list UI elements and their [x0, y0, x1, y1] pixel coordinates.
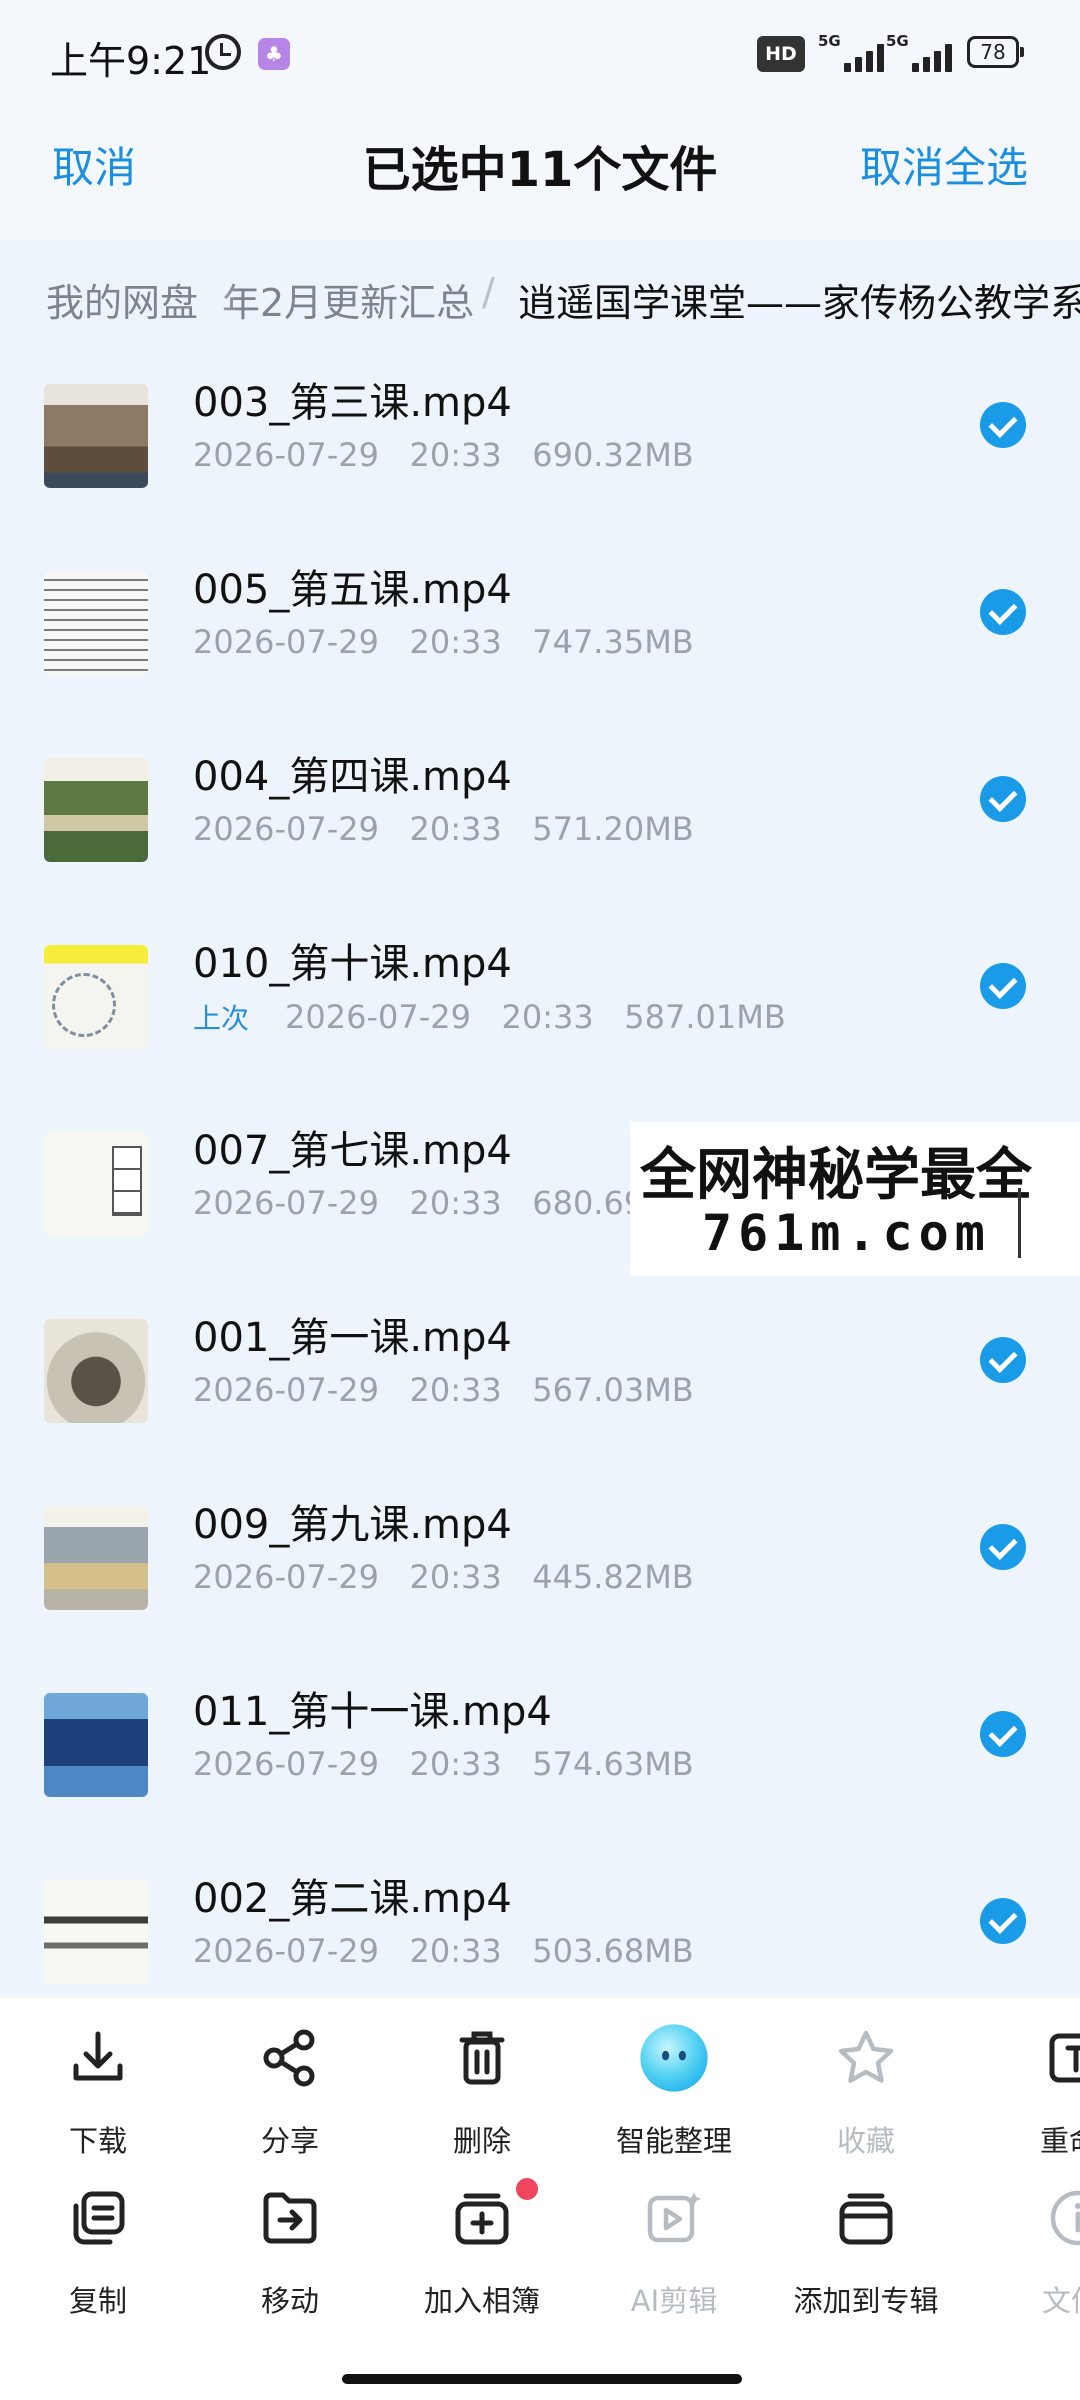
- ai-edit-button[interactable]: AI剪辑: [578, 2188, 758, 2328]
- add-to-album-button[interactable]: 添加到专辑: [770, 2188, 950, 2328]
- move-button[interactable]: 移动: [194, 2188, 374, 2328]
- breadcrumb-item-folder[interactable]: 年2月更新汇总: [222, 272, 474, 327]
- selection-header: 取消 已选中11个文件 取消全选: [0, 110, 1080, 240]
- watermark-url: 761m.com: [702, 1204, 991, 1262]
- status-bar: 上午9:21 ♣ HD 5G 5G 78: [0, 0, 1080, 110]
- watermark-divider: [1018, 1188, 1021, 1258]
- breadcrumb-current: 逍遥国学课堂——家传杨公教学系: [518, 281, 1080, 325]
- file-meta: 2026-07-29 20:33 747.35MB: [193, 623, 694, 661]
- alarm-icon: [205, 34, 241, 70]
- add-to-photo-album-button[interactable]: 加入相簿: [386, 2178, 566, 2328]
- move-icon: [263, 2192, 317, 2244]
- selected-check-icon[interactable]: [980, 402, 1026, 448]
- file-row[interactable]: 003_第三课.mp4 2026-07-29 20:33 690.32MB: [0, 340, 1080, 527]
- ai-edit-icon: [647, 2192, 701, 2243]
- file-name: 001_第一课.mp4: [193, 1315, 512, 1361]
- selected-check-icon[interactable]: [980, 963, 1026, 1009]
- video-thumbnail: [44, 1506, 148, 1610]
- file-meta: 2026-07-29 20:33 445.82MB: [193, 1558, 694, 1596]
- file-name: 002_第二课.mp4: [193, 1876, 512, 1922]
- video-thumbnail: [44, 1880, 148, 1984]
- file-name: 007_第七课.mp4: [193, 1128, 512, 1174]
- favorite-button[interactable]: 收藏: [770, 2028, 950, 2168]
- selected-check-icon[interactable]: [980, 776, 1026, 822]
- breadcrumb-separator: /: [482, 270, 495, 314]
- file-name: 004_第四课.mp4: [193, 754, 512, 800]
- selected-check-icon[interactable]: [980, 1524, 1026, 1570]
- video-thumbnail: [44, 758, 148, 862]
- share-icon: [263, 2029, 315, 2087]
- file-meta: 2026-07-29 20:33 571.20MB: [193, 810, 694, 848]
- video-thumbnail: [44, 1319, 148, 1423]
- rename-button[interactable]: 重命: [962, 2028, 1080, 2168]
- selected-check-icon[interactable]: [980, 589, 1026, 635]
- star-icon: [838, 2030, 894, 2083]
- file-name: 011_第十一课.mp4: [193, 1689, 552, 1735]
- bottom-action-bar: 下载 分享 删除 智能整理 收藏 重命 复制 移动 加入相簿: [0, 1998, 1080, 2400]
- file-row[interactable]: 009_第九课.mp4 2026-07-29 20:33 445.82MB: [0, 1462, 1080, 1649]
- breadcrumb: 年2月更新汇总 我的网盘 / 逍遥国学课堂——家传杨公教学系: [0, 240, 1080, 350]
- file-name: 005_第五课.mp4: [193, 567, 512, 613]
- file-row[interactable]: 001_第一课.mp4 2026-07-29 20:33 567.03MB: [0, 1275, 1080, 1462]
- smart-organize-button[interactable]: 智能整理: [578, 2024, 758, 2168]
- file-row[interactable]: 004_第四课.mp4 2026-07-29 20:33 571.20MB: [0, 714, 1080, 901]
- video-thumbnail: [44, 945, 148, 1049]
- add-album-icon: [455, 2193, 509, 2245]
- add-to-album-icon: [839, 2193, 893, 2245]
- video-thumbnail: [44, 1693, 148, 1797]
- file-meta: 2026-07-29 20:33 680.69MB: [193, 1184, 694, 1222]
- hd-voice-icon: HD: [757, 36, 805, 72]
- delete-button[interactable]: 删除: [386, 2028, 566, 2168]
- file-row[interactable]: 002_第二课.mp4 2026-07-29 20:33 503.68MB: [0, 1836, 1080, 2023]
- watermark-text: 全网神秘学最全: [640, 1143, 1032, 1208]
- status-time: 上午9:21: [50, 39, 212, 83]
- selected-check-icon[interactable]: [980, 1337, 1026, 1383]
- last-viewed-tag: 上次: [193, 1002, 250, 1035]
- home-indicator[interactable]: [342, 2374, 742, 2384]
- video-thumbnail: [44, 384, 148, 488]
- notification-dot: [516, 2178, 538, 2200]
- download-icon: [73, 2031, 123, 2081]
- battery-icon: 78: [967, 36, 1024, 68]
- file-meta: 2026-07-29 20:33 503.68MB: [193, 1932, 694, 1970]
- signal-icon: 5G: [818, 32, 896, 72]
- file-meta: 2026-07-29 20:33 567.03MB: [193, 1371, 694, 1409]
- file-row[interactable]: 011_第十一课.mp4 2026-07-29 20:33 574.63MB: [0, 1649, 1080, 1836]
- copy-button[interactable]: 复制: [2, 2188, 182, 2328]
- share-button[interactable]: 分享: [194, 2028, 374, 2168]
- video-thumbnail: [44, 1132, 148, 1236]
- file-name: 003_第三课.mp4: [193, 380, 512, 426]
- selected-check-icon[interactable]: [980, 1711, 1026, 1757]
- watermark-overlay: 全网神秘学最全 761m.com: [630, 1122, 1080, 1276]
- breadcrumb-item-root[interactable]: 我的网盘: [46, 272, 198, 327]
- file-row[interactable]: 005_第五课.mp4 2026-07-29 20:33 747.35MB: [0, 527, 1080, 714]
- file-info-icon: [1050, 2190, 1080, 2246]
- signal-icon: 5G: [886, 32, 964, 72]
- smart-organize-icon: [640, 2024, 708, 2092]
- trash-icon: [459, 2031, 505, 2085]
- download-button[interactable]: 下载: [2, 2028, 182, 2168]
- copy-icon: [73, 2191, 125, 2245]
- rename-icon: [1049, 2033, 1080, 2083]
- file-name: 009_第九课.mp4: [193, 1502, 512, 1548]
- selected-check-icon[interactable]: [980, 1898, 1026, 1944]
- file-meta: 2026-07-29 20:33 690.32MB: [193, 436, 694, 474]
- app-notification-icon: ♣: [258, 38, 290, 70]
- video-thumbnail: [44, 571, 148, 675]
- deselect-all-button[interactable]: 取消全选: [860, 134, 1028, 195]
- file-meta: 2026-07-29 20:33 574.63MB: [193, 1745, 694, 1783]
- file-name: 010_第十课.mp4: [193, 941, 512, 987]
- file-info-button[interactable]: 文件: [962, 2188, 1080, 2328]
- file-row[interactable]: 010_第十课.mp4 上次 2026-07-29 20:33 587.01MB: [0, 901, 1080, 1088]
- file-meta: 上次 2026-07-29 20:33 587.01MB: [193, 998, 786, 1036]
